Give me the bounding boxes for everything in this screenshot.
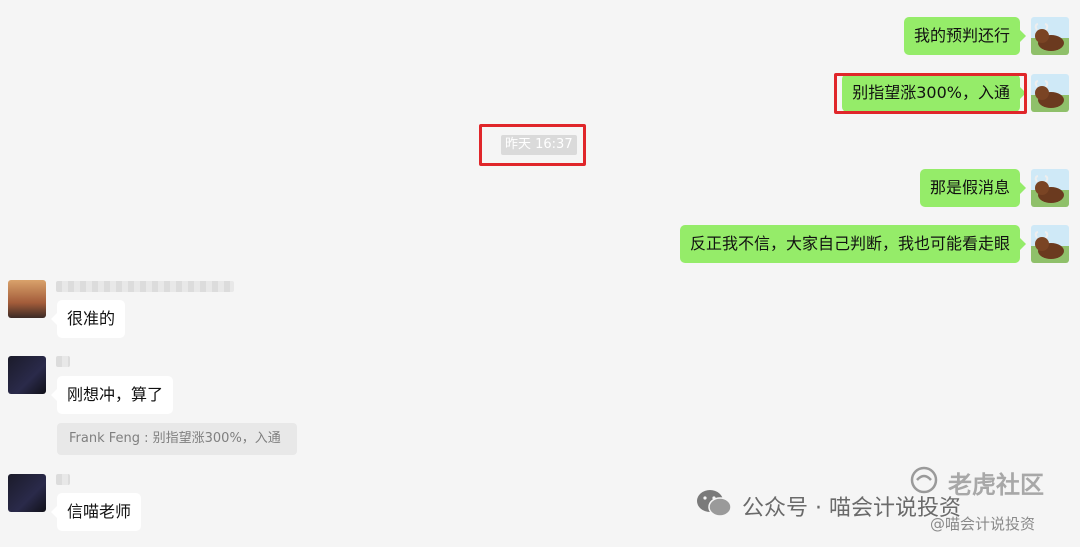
my-avatar[interactable] bbox=[1031, 169, 1069, 207]
bull-icon bbox=[1034, 80, 1064, 108]
bull-icon bbox=[1034, 175, 1064, 203]
bull-icon bbox=[1034, 231, 1064, 259]
sender-name-blurred bbox=[56, 281, 234, 292]
sent-message[interactable]: 我的预判还行 bbox=[903, 17, 1027, 55]
watermark-account: 公众号 · 喵会计说投资 bbox=[742, 496, 961, 521]
sent-message[interactable]: 那是假消息 bbox=[919, 169, 1027, 207]
quoted-reply[interactable]: Frank Feng : 别指望涨300%，入通 bbox=[57, 423, 297, 455]
sender-name-blurred bbox=[56, 474, 70, 485]
contact-avatar[interactable] bbox=[8, 474, 46, 512]
sent-message[interactable]: 反正我不信，大家自己判断，我也可能看走眼 bbox=[679, 225, 1027, 263]
contact-avatar[interactable] bbox=[8, 356, 46, 394]
my-avatar[interactable] bbox=[1031, 225, 1069, 263]
contact-avatar[interactable] bbox=[8, 280, 46, 318]
watermark-handle: @喵会计说投资 bbox=[930, 515, 1036, 533]
my-avatar[interactable] bbox=[1031, 74, 1069, 112]
wechat-icon bbox=[697, 490, 732, 517]
highlight-box bbox=[479, 124, 586, 166]
received-message[interactable]: 很准的 bbox=[50, 300, 126, 338]
highlight-box bbox=[834, 73, 1027, 114]
received-message[interactable]: 刚想冲，算了 bbox=[50, 376, 174, 414]
bull-icon bbox=[1034, 23, 1064, 51]
received-message[interactable]: 信喵老师 bbox=[50, 493, 142, 531]
tiger-logo-icon bbox=[910, 466, 938, 494]
sender-name-blurred bbox=[56, 356, 70, 367]
watermark-community: 老虎社区 bbox=[948, 471, 1044, 499]
my-avatar[interactable] bbox=[1031, 17, 1069, 55]
